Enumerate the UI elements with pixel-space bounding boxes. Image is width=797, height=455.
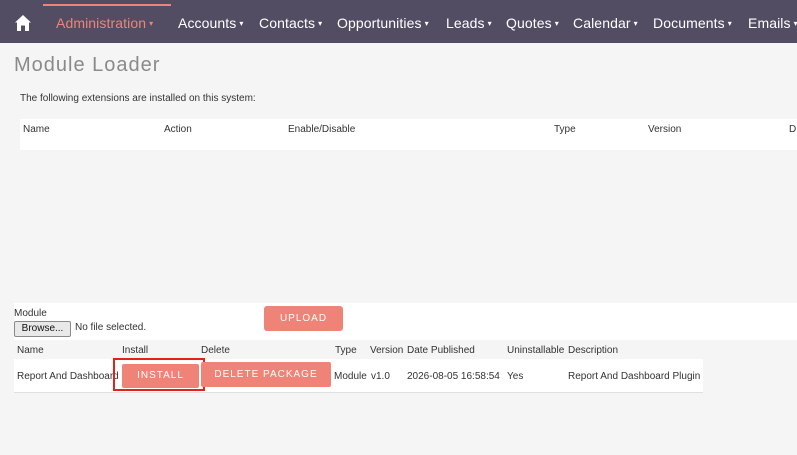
chevron-down-icon: ▾ xyxy=(487,19,492,28)
package-date-published: 2026-08-05 16:58:54 xyxy=(407,371,500,382)
nav-label: Emails xyxy=(748,15,791,31)
nav-contacts[interactable]: Contacts ▾ xyxy=(259,15,322,31)
installed-extensions-table: Name Action Enable/Disable Type Version … xyxy=(20,119,797,150)
nav-calendar[interactable]: Calendar ▾ xyxy=(573,15,638,31)
column-header-name: Name xyxy=(23,124,50,135)
active-tab-indicator xyxy=(43,4,171,6)
package-uninstallable: Yes xyxy=(507,371,524,382)
nav-label: Calendar xyxy=(573,15,631,31)
column-header-type: Type xyxy=(554,124,576,135)
column-header-version: Version xyxy=(370,345,404,356)
nav-leads[interactable]: Leads ▾ xyxy=(446,15,492,31)
nav-label: Documents xyxy=(653,15,725,31)
package-description: Report And Dashboard Plugin xyxy=(568,371,701,382)
install-button-highlight xyxy=(113,358,205,391)
no-file-selected-text: No file selected. xyxy=(75,322,147,333)
package-version: v1.0 xyxy=(371,371,390,382)
home-icon[interactable] xyxy=(14,14,32,32)
chevron-down-icon: ▾ xyxy=(554,19,559,28)
nav-documents[interactable]: Documents ▾ xyxy=(653,15,732,31)
nav-quotes[interactable]: Quotes ▾ xyxy=(506,15,559,31)
nav-label: Opportunities xyxy=(337,15,422,31)
upload-button[interactable]: UPLOAD xyxy=(264,306,343,331)
column-header-type: Type xyxy=(335,345,357,356)
column-header-uninstallable: Uninstallable xyxy=(507,345,565,356)
column-header-date-published: Date Published xyxy=(407,345,475,356)
column-header-description: D xyxy=(789,124,797,135)
chevron-down-icon: ▾ xyxy=(318,19,323,28)
chevron-down-icon: ▾ xyxy=(424,19,429,28)
nav-label: Leads xyxy=(446,15,485,31)
nav-administration[interactable]: Administration ▾ xyxy=(56,15,153,31)
chevron-down-icon: ▾ xyxy=(239,19,244,28)
module-label: Module xyxy=(14,308,47,319)
package-name: Report And Dashboard xyxy=(17,371,119,382)
page-title: Module Loader xyxy=(14,54,161,76)
nav-label: Contacts xyxy=(259,15,316,31)
chevron-down-icon: ▾ xyxy=(633,19,638,28)
column-header-enable-disable: Enable/Disable xyxy=(288,124,356,135)
package-type: Module xyxy=(334,371,367,382)
chevron-down-icon: ▾ xyxy=(149,19,154,28)
top-navigation-bar: Administration ▾ Accounts ▾ Contacts ▾ Oppo… xyxy=(0,0,797,43)
column-header-action: Action xyxy=(164,124,192,135)
nav-label: Accounts xyxy=(178,15,237,31)
column-header-delete: Delete xyxy=(201,345,230,356)
column-header-name: Name xyxy=(17,345,44,356)
column-header-description: Description xyxy=(568,345,619,356)
chevron-down-icon: ▾ xyxy=(793,19,797,28)
nav-opportunities[interactable]: Opportunities ▾ xyxy=(337,15,429,31)
chevron-down-icon: ▾ xyxy=(727,19,732,28)
nav-label: Quotes xyxy=(506,15,552,31)
nav-label: Administration xyxy=(56,15,147,31)
browse-button[interactable]: Browse... xyxy=(14,321,71,337)
installed-extensions-intro: The following extensions are installed o… xyxy=(20,93,256,104)
nav-emails[interactable]: Emails ▾ xyxy=(748,15,797,31)
column-header-install: Install xyxy=(122,345,149,356)
column-header-version: Version xyxy=(648,124,682,135)
delete-package-button[interactable]: DELETE PACKAGE xyxy=(201,362,331,387)
nav-accounts[interactable]: Accounts ▾ xyxy=(178,15,244,31)
